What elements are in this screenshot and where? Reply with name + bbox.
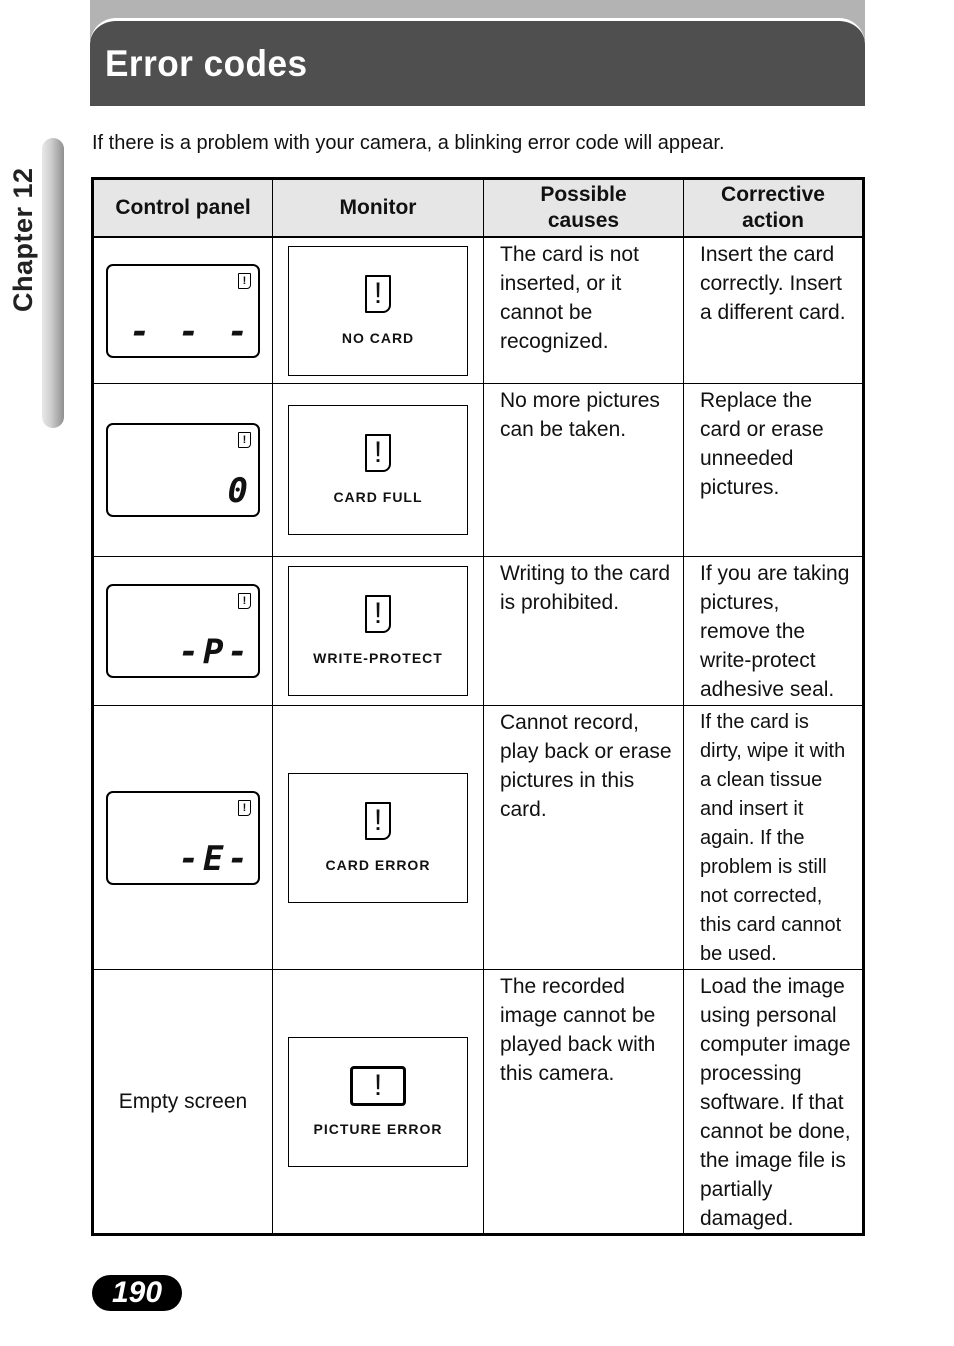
corrective-action: Insert the card correctly. Insert a diff… <box>683 236 864 384</box>
column-header: Control panel <box>92 178 273 238</box>
table-row: ! -P- ! WRITE-PROTECT Writing to the car… <box>92 556 864 706</box>
possible-cause: The recorded image cannot be played back… <box>483 969 684 1235</box>
monitor-message: CARD ERROR <box>325 856 431 873</box>
monitor-message: NO CARD <box>341 329 415 346</box>
table-header-row: Control panel Monitor Possible causes Co… <box>92 178 864 238</box>
control-panel-lcd: ! -P- <box>106 584 260 678</box>
monitor-display: ! PICTURE ERROR <box>288 1036 468 1167</box>
title-bar: Error codes <box>90 18 865 106</box>
corrective-action: Replace the card or erase unneeded pictu… <box>683 383 864 557</box>
card-warning-icon: ! <box>238 272 251 289</box>
card-warning-icon: ! <box>238 432 251 448</box>
table-row: ! - - - ! NO CARD The card is not insert… <box>92 236 864 384</box>
corrective-action: Load the image using personal computer i… <box>683 969 864 1235</box>
card-warning-icon: ! <box>238 593 251 609</box>
table-row: ! 0 ! CARD FULL No more pictures can be … <box>92 383 864 557</box>
card-warning-icon: ! <box>238 799 251 816</box>
panel-empty-screen: Empty screen <box>118 1089 248 1113</box>
possible-cause: No more pictures can be taken. <box>483 383 684 557</box>
page-number: 190 <box>92 1275 182 1311</box>
card-warning-icon: ! <box>365 434 391 472</box>
chapter-label: Chapter 12 <box>8 167 38 312</box>
page-title: Error codes <box>105 43 308 84</box>
intro-text: If there is a problem with your camera, … <box>92 132 725 154</box>
monitor-display: ! NO CARD <box>288 245 468 376</box>
panel-code: 0 <box>227 471 252 511</box>
panel-code: -E- <box>178 838 252 879</box>
monitor-message: CARD FULL <box>333 489 423 505</box>
monitor-display: ! CARD FULL <box>288 405 468 535</box>
corrective-action: If the card is dirty, wipe it with a cle… <box>683 705 864 970</box>
control-panel-lcd: ! -E- <box>106 790 260 885</box>
monitor-display: ! WRITE-PROTECT <box>288 566 468 696</box>
possible-cause: Writing to the card is prohibited. <box>483 556 684 706</box>
error-codes-table: Control panel Monitor Possible causes Co… <box>91 177 865 1236</box>
possible-cause: Cannot record, play back or erase pictur… <box>483 705 684 970</box>
control-panel-lcd: ! 0 <box>106 423 260 517</box>
column-header: Monitor <box>272 178 484 238</box>
column-header: Possible causes <box>483 178 684 238</box>
panel-code: - - - <box>129 311 252 352</box>
table-row: ! -E- ! CARD ERROR Cannot record, play b… <box>92 705 864 970</box>
monitor-message: PICTURE ERROR <box>313 1120 443 1137</box>
card-warning-icon: ! <box>365 595 391 633</box>
card-warning-icon: ! <box>365 801 391 840</box>
monitor-message: WRITE-PROTECT <box>313 650 443 666</box>
corrective-action: If you are taking pictures, remove the w… <box>683 556 864 706</box>
chapter-tab <box>42 138 64 428</box>
control-panel-lcd: ! - - - <box>106 263 260 358</box>
possible-cause: The card is not inserted, or it cannot b… <box>483 236 684 384</box>
table-row: Empty screen ! PICTURE ERROR The recorde… <box>92 969 864 1235</box>
monitor-display: ! CARD ERROR <box>288 772 468 903</box>
panel-code: -P- <box>178 632 252 672</box>
card-warning-icon: ! <box>365 274 391 313</box>
picture-warning-icon: ! <box>350 1065 406 1106</box>
column-header: Corrective action <box>683 178 864 238</box>
